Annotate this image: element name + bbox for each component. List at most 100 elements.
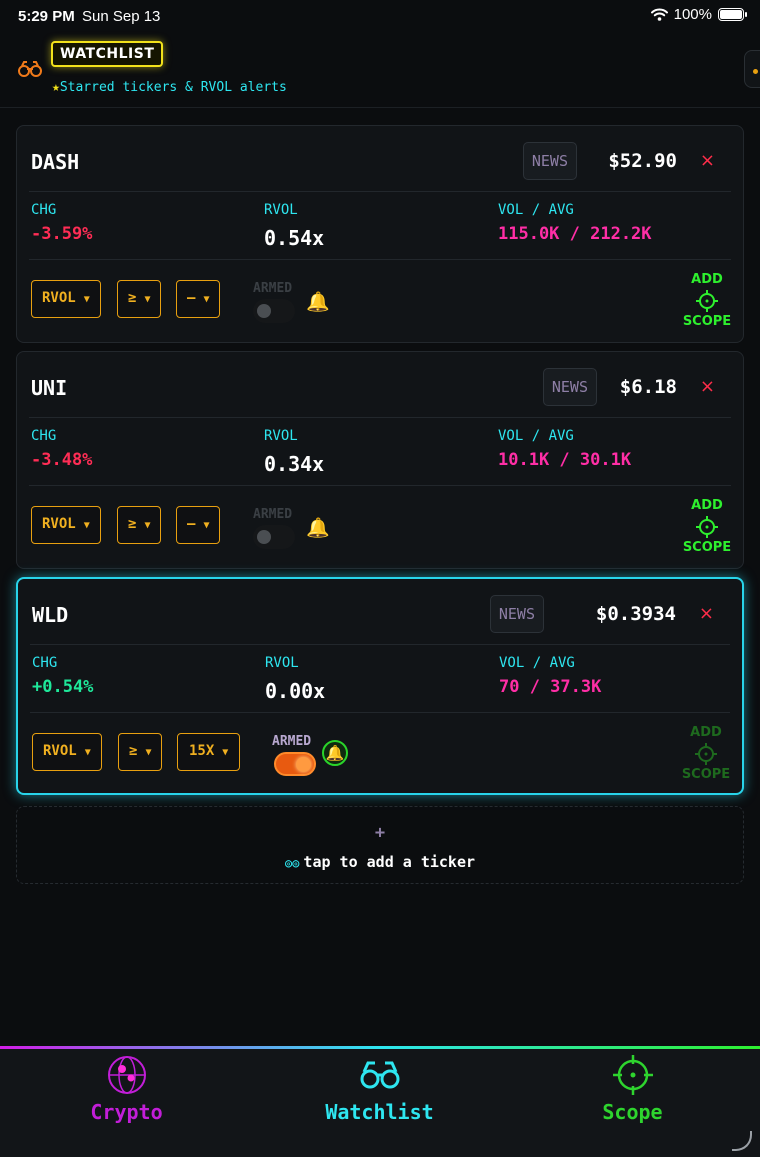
ticker-symbol: DASH [31, 150, 80, 174]
add-ticker-label: ◎◎ tap to add a ticker [284, 853, 476, 871]
scope-label: SCOPE [681, 767, 731, 782]
operator-select[interactable]: ≥ ▼ [118, 733, 163, 771]
ticker-card[interactable]: UNI NEWS $6.18 × CHG RVOL VOL / AVG -3.48% 0.34x… [16, 351, 744, 569]
armed-label: ARMED [253, 281, 293, 296]
page-header: WATCHLIST ★Starred tickers & RVOL alerts [0, 34, 760, 108]
crosshair-icon [612, 1055, 653, 1095]
vol-avg-label: VOL / AVG [498, 428, 574, 444]
chevron-down-icon: ▼ [145, 747, 152, 758]
armed-toggle[interactable] [274, 752, 316, 776]
threshold-select[interactable]: — ▼ [176, 280, 221, 318]
add-ticker-button[interactable]: + ◎◎ tap to add a ticker [16, 806, 744, 884]
chevron-down-icon: ▼ [83, 294, 90, 305]
toggle-knob [257, 530, 271, 544]
add-to-scope-button[interactable]: ADD SCOPE [680, 725, 732, 783]
chg-value: -3.59% [31, 224, 93, 244]
side-panel-handle[interactable] [744, 50, 760, 88]
bell-icon: 🔔 [306, 517, 330, 539]
scope-label: SCOPE [682, 314, 732, 329]
divider [29, 417, 731, 418]
rvol-value: 0.00x [265, 679, 326, 703]
status-right: 100% [650, 6, 747, 23]
divider [29, 485, 731, 486]
chevron-down-icon: ▼ [222, 747, 229, 758]
tab-crypto[interactable]: Crypto [0, 1054, 253, 1124]
rvol-label: RVOL [265, 655, 299, 671]
news-button[interactable]: NEWS [542, 368, 597, 406]
ticker-card[interactable]: DASH NEWS $52.90 × CHG RVOL VOL / AVG -3.59% 0.5… [16, 125, 744, 343]
divider [30, 712, 730, 713]
tab-watchlist[interactable]: Watchlist [253, 1054, 506, 1124]
bell-icon: 🔔 [322, 740, 348, 766]
status-time: 5:29 PM [18, 8, 75, 25]
chg-value: -3.48% [31, 450, 93, 470]
divider [29, 259, 731, 260]
remove-ticker-button[interactable]: × [700, 150, 715, 171]
add-label: ADD [691, 272, 723, 287]
armed-toggle[interactable] [253, 525, 295, 549]
page-title: WATCHLIST [51, 41, 164, 67]
binoculars-icon: ◎◎ [284, 856, 300, 870]
bell-icon: 🔔 [306, 291, 330, 313]
tab-crypto-label: Crypto [90, 1100, 163, 1124]
vol-avg-label: VOL / AVG [499, 655, 575, 671]
ticker-card[interactable]: WLD NEWS $0.3934 × CHG RVOL VOL / AVG +0.54% 0.0… [16, 577, 744, 795]
ticker-price: $0.3934 [595, 603, 676, 625]
metric-select[interactable]: RVOL ▼ [31, 280, 101, 318]
globe-icon [107, 1056, 146, 1094]
plus-icon: + [374, 823, 386, 843]
binoculars-icon [360, 1061, 399, 1089]
operator-select[interactable]: ≥ ▼ [117, 506, 162, 544]
ticker-price: $52.90 [608, 150, 677, 172]
battery-percent: 100% [673, 6, 712, 23]
divider [29, 191, 731, 192]
rvol-value: 0.34x [264, 452, 325, 476]
armed-label: ARMED [272, 734, 312, 749]
news-button[interactable]: NEWS [489, 595, 544, 633]
add-label: ADD [691, 498, 723, 513]
rvol-value: 0.54x [264, 226, 325, 250]
metric-select[interactable]: RVOL ▼ [32, 733, 102, 771]
metric-select[interactable]: RVOL ▼ [31, 506, 101, 544]
remove-ticker-button[interactable]: × [699, 603, 714, 624]
add-to-scope-button[interactable]: ADD SCOPE [681, 272, 733, 330]
vol-avg-value: 10.1K / 30.1K [498, 450, 632, 470]
vol-avg-label: VOL / AVG [498, 202, 574, 218]
toggle-knob [257, 304, 271, 318]
crosshair-icon [695, 743, 717, 765]
chevron-down-icon: ▼ [203, 294, 210, 305]
vol-avg-value: 115.0K / 212.2K [498, 224, 652, 244]
remove-ticker-button[interactable]: × [700, 376, 715, 397]
ticker-symbol: UNI [31, 376, 68, 400]
threshold-select[interactable]: 15X ▼ [177, 733, 241, 771]
tab-bar-glow [0, 1046, 760, 1049]
chevron-down-icon: ▼ [84, 747, 91, 758]
operator-select[interactable]: ≥ ▼ [117, 280, 162, 318]
crosshair-icon [696, 516, 718, 538]
divider [30, 644, 730, 645]
add-to-scope-button[interactable]: ADD SCOPE [681, 498, 733, 556]
add-label: ADD [690, 725, 722, 740]
page-subtitle: ★Starred tickers & RVOL alerts [52, 80, 287, 95]
ticker-symbol: WLD [32, 603, 69, 627]
chevron-down-icon: ▼ [83, 520, 90, 531]
threshold-select[interactable]: — ▼ [176, 506, 221, 544]
wifi-icon [650, 8, 668, 21]
news-button[interactable]: NEWS [522, 142, 577, 180]
ticker-price: $6.18 [619, 376, 677, 398]
tab-scope[interactable]: Scope [506, 1054, 759, 1124]
armed-toggle[interactable] [253, 299, 295, 323]
vol-avg-value: 70 / 37.3K [499, 677, 602, 697]
binoculars-icon [18, 61, 42, 77]
toggle-knob [296, 757, 311, 772]
status-date: Sun Sep 13 [82, 8, 161, 25]
chevron-down-icon: ▼ [144, 294, 151, 305]
chg-value: +0.54% [32, 677, 94, 697]
crosshair-icon [696, 290, 718, 312]
tab-watchlist-label: Watchlist [325, 1100, 434, 1124]
chg-label: CHG [31, 428, 57, 444]
tab-bar: Crypto Watchlist Scope [0, 1046, 760, 1157]
chg-label: CHG [32, 655, 58, 671]
rvol-label: RVOL [264, 428, 298, 444]
chg-label: CHG [31, 202, 57, 218]
